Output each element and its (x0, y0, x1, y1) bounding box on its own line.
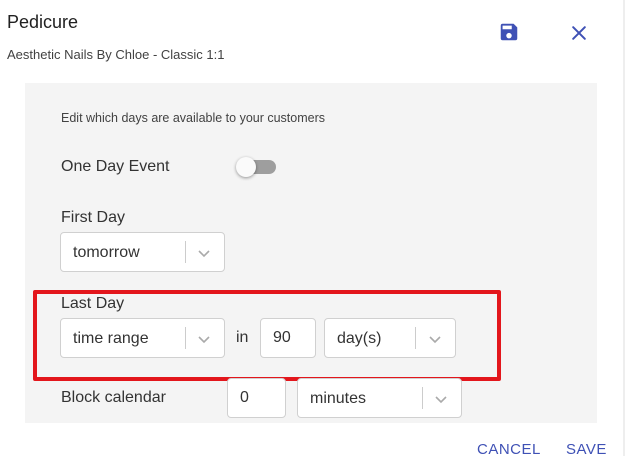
chevron-down-icon (198, 250, 210, 258)
select-divider (185, 241, 186, 263)
one-day-event-toggle[interactable] (236, 157, 276, 177)
chevron-down-icon (435, 396, 447, 404)
save-button[interactable]: SAVE (566, 441, 607, 456)
edit-availability-dialog: Pedicure Aesthetic Nails By Chloe - Clas… (0, 0, 625, 456)
first-day-label: First Day (61, 209, 125, 226)
dialog-title: Pedicure (7, 12, 79, 32)
block-calendar-amount-input[interactable] (227, 378, 286, 418)
close-button[interactable] (565, 19, 593, 47)
cancel-button[interactable]: CANCEL (477, 441, 541, 456)
one-day-event-label: One Day Event (61, 158, 170, 175)
block-calendar-unit-value: minutes (310, 390, 367, 407)
last-day-highlight-box (33, 290, 501, 381)
block-calendar-label: Block calendar (61, 389, 166, 406)
toggle-thumb (236, 157, 256, 177)
first-day-select[interactable]: tomorrow (60, 232, 225, 272)
close-icon (572, 26, 586, 40)
save-icon-button[interactable] (495, 18, 523, 46)
first-day-value: tomorrow (73, 244, 140, 261)
instructions-text: Edit which days are available to your cu… (61, 111, 326, 125)
dialog-subtitle: Aesthetic Nails By Chloe - Classic 1:1 (7, 47, 225, 62)
block-calendar-unit-select[interactable]: minutes (297, 378, 462, 418)
floppy-disk-icon (500, 23, 518, 41)
select-divider (422, 387, 423, 409)
